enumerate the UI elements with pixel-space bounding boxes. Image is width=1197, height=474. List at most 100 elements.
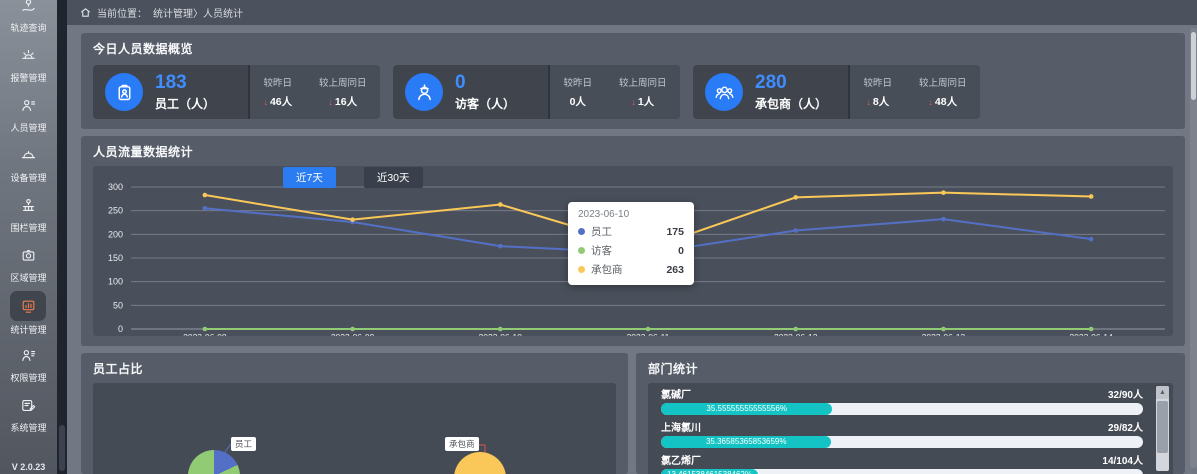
sidebar-item-label: 统计管理 xyxy=(10,323,46,336)
series-dot-icon xyxy=(578,247,585,254)
tab-近7天[interactable]: 近7天 xyxy=(283,167,336,188)
svg-text:300: 300 xyxy=(108,182,123,192)
page-scrollbar[interactable] xyxy=(1190,28,1197,468)
compare-value: ↓16人 xyxy=(319,94,367,109)
system-icon xyxy=(10,391,46,419)
card-value: 183 xyxy=(155,73,215,93)
person-icon xyxy=(10,91,46,119)
compare-block: 较上周同日 ↓1人 xyxy=(619,75,667,109)
down-arrow-icon: ↓ xyxy=(866,97,871,107)
svg-text:2023-06-12: 2023-06-12 xyxy=(774,332,818,336)
sidebar-item-6[interactable]: 区域管理 xyxy=(10,241,46,291)
sidebar-item-8[interactable]: 权限管理 xyxy=(10,341,46,391)
tooltip-row: 员工 175 xyxy=(578,224,684,239)
page-content: 今日人员数据概览 183 员工（人） 较昨日 ↓46人 较上周同日 ↓16人 0… xyxy=(67,25,1197,474)
card-main: 183 员工（人） xyxy=(93,65,250,119)
flow-section: 人员流量数据统计 近7天近30天 0501001502002503002023-… xyxy=(81,136,1185,346)
overview-section: 今日人员数据概览 183 员工（人） 较昨日 ↓46人 较上周同日 ↓16人 0… xyxy=(81,33,1185,129)
sidebar-scrollbar[interactable] xyxy=(57,0,67,474)
down-arrow-icon: ↓ xyxy=(328,97,333,107)
sidebar-item-5[interactable]: 围栏管理 xyxy=(10,191,46,241)
sidebar-item-3[interactable]: 人员管理 xyxy=(10,91,46,141)
compare-label: 较昨日 xyxy=(563,75,592,89)
tooltip-series-value: 263 xyxy=(666,264,684,276)
svg-text:2023-06-14: 2023-06-14 xyxy=(1069,332,1113,336)
app-version: V 2.0.23 xyxy=(0,462,57,472)
series-dot-icon xyxy=(578,266,585,273)
tab-近30天[interactable]: 近30天 xyxy=(364,167,423,188)
department-progress-track: 35.36585365853659% xyxy=(661,436,1143,448)
sidebar-item-label: 报警管理 xyxy=(10,71,46,84)
device-icon xyxy=(10,141,46,169)
sidebar-item-4[interactable]: 设备管理 xyxy=(10,141,46,191)
compare-value: ↓8人 xyxy=(863,94,892,109)
svg-text:200: 200 xyxy=(108,229,123,239)
tooltip-series-name: 承包商 xyxy=(591,262,623,277)
department-progress-fill: 35.36585365853659% xyxy=(661,436,831,448)
page-scrollbar-thumb[interactable] xyxy=(1191,32,1196,100)
track-icon xyxy=(10,0,46,19)
svg-text:150: 150 xyxy=(108,253,123,263)
compare-value: ↓46人 xyxy=(263,94,292,109)
svg-text:2023-06-11: 2023-06-11 xyxy=(627,332,670,336)
compare-block: 较昨日 ↓46人 xyxy=(263,75,292,109)
card-label: 访客（人） xyxy=(455,95,515,112)
compare-block: 较上周同日 ↓48人 xyxy=(919,75,967,109)
svg-text:2023-06-09: 2023-06-09 xyxy=(331,332,375,336)
sidebar-item-7[interactable]: 统计管理 xyxy=(10,291,46,341)
svg-text:2023-06-08: 2023-06-08 xyxy=(183,332,227,336)
pie-label: 员工 xyxy=(231,437,256,451)
department-scrollbar-thumb[interactable] xyxy=(1157,401,1168,453)
pie-charts-container: 员工承包商 xyxy=(93,383,616,474)
department-row-2: 上海氯川 29/82人 35.36585365853659% xyxy=(661,419,1143,448)
department-scrollbar[interactable]: ▲ xyxy=(1156,386,1169,471)
sidebar-scrollbar-thumb[interactable] xyxy=(59,425,65,471)
svg-text:250: 250 xyxy=(108,206,123,216)
stat-card-2: 0 访客（人） 较昨日 0人 较上周同日 ↓1人 xyxy=(393,65,680,119)
sidebar-item-label: 人员管理 xyxy=(10,121,46,134)
compare-value: ↓1人 xyxy=(619,94,667,109)
breadcrumb-path: 统计管理〉人员统计 xyxy=(153,5,243,20)
down-arrow-icon: ↓ xyxy=(928,97,933,107)
department-rows: 氯碱厂 32/90人 35.55555555555556% 上海氯川 29/82… xyxy=(661,386,1143,474)
breadcrumb-bar: 当前位置： 统计管理〉人员统计 xyxy=(67,0,1197,25)
permission-icon xyxy=(10,341,46,369)
card-main: 280 承包商（人） xyxy=(693,65,850,119)
group-icon xyxy=(705,73,743,111)
department-progress-track: 13.461538461538462% xyxy=(661,469,1143,474)
card-value: 0 xyxy=(455,73,515,93)
department-count: 14/104人 xyxy=(1102,452,1143,467)
svg-text:100: 100 xyxy=(108,277,123,287)
area-icon xyxy=(10,241,46,269)
sidebar-item-label: 设备管理 xyxy=(10,171,46,184)
compare-block: 较上周同日 ↓16人 xyxy=(319,75,367,109)
alarm-icon xyxy=(10,41,46,69)
tooltip-series-value: 0 xyxy=(678,245,684,257)
tooltip-row: 承包商 263 xyxy=(578,262,684,277)
department-name: 氯乙烯厂 xyxy=(661,452,701,467)
sidebar-item-label: 系统管理 xyxy=(10,421,46,434)
card-label: 员工（人） xyxy=(155,95,215,112)
sidebar-item-1[interactable]: 轨迹查询 xyxy=(10,0,46,41)
badge-icon xyxy=(105,73,143,111)
flow-chart-container: 近7天 近30天 0 50 100 150 200 250 300 2023-06-08 2023… xyxy=(93,166,1173,336)
compare-value: ↓48人 xyxy=(919,94,967,109)
department-count: 32/90人 xyxy=(1108,386,1143,401)
visitor-icon xyxy=(405,73,443,111)
tooltip-date: 2023-06-10 xyxy=(578,209,684,220)
department-progress-fill: 35.55555555555556% xyxy=(661,403,832,415)
stats-icon xyxy=(10,291,46,321)
department-progress-track: 35.55555555555556% xyxy=(661,403,1143,415)
card-label: 承包商（人） xyxy=(755,95,827,112)
down-arrow-icon: ↓ xyxy=(631,97,636,107)
department-section: 部门统计 氯碱厂 32/90人 35.55555555555556% 上海氯川 … xyxy=(636,353,1185,474)
svg-text:50: 50 xyxy=(113,300,123,310)
svg-text:2023-06-10: 2023-06-10 xyxy=(479,332,523,336)
sidebar-item-9[interactable]: 系统管理 xyxy=(10,391,46,441)
sidebar-item-label: 区域管理 xyxy=(10,271,46,284)
sidebar-item-2[interactable]: 报警管理 xyxy=(10,41,46,91)
scroll-up-icon[interactable]: ▲ xyxy=(1156,386,1169,399)
fence-icon xyxy=(10,191,46,219)
tooltip-series-name: 访客 xyxy=(591,243,612,258)
stat-cards: 183 员工（人） 较昨日 ↓46人 较上周同日 ↓16人 0 访客（人） 较昨… xyxy=(93,65,1173,119)
